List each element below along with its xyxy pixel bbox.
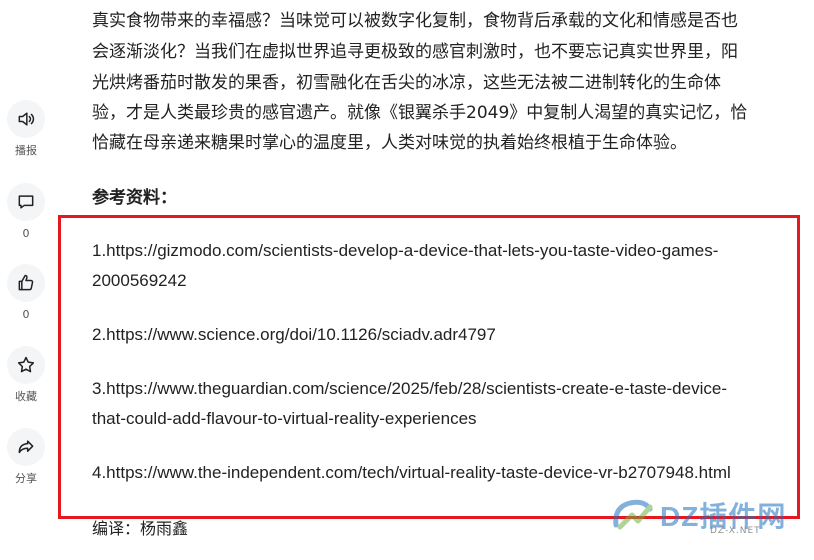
watermark-url: DZ-X.NET: [710, 526, 761, 536]
highlight-box: [58, 215, 800, 519]
paragraph-line: 真实食物带来的幸福感？当味觉可以被数字化复制，食物背后承载的文化和情感是否也: [92, 11, 738, 31]
paragraph-line: 恰藏在母亲递来糖果时掌心的温度里，人类对味觉的执着始终根植于生命体验。: [92, 133, 687, 153]
comment-count: 0: [22, 227, 30, 240]
action-sidebar: 播报 0 0 收藏 分享: [0, 0, 52, 560]
speaker-icon: [7, 100, 45, 138]
thumbs-up-icon: [7, 264, 45, 302]
broadcast-button[interactable]: 播报: [4, 100, 48, 157]
favorite-button[interactable]: 收藏: [4, 346, 48, 403]
share-label: 分享: [15, 472, 37, 485]
star-icon: [7, 346, 45, 384]
like-count: 0: [22, 308, 30, 321]
comment-icon: [7, 183, 45, 221]
paragraph-line: 验，才是人类最珍贵的感官遗产。就像《银翼杀手2049》中复制人渴望的真实记忆，恰: [92, 103, 748, 123]
references-heading: 参考资料：: [92, 188, 177, 208]
comment-button[interactable]: 0: [4, 183, 48, 240]
paragraph-line: 光烘烤番茄时散发的果香，初雪融化在舌尖的冰凉，这些无法被二进制转化的生命体: [92, 73, 721, 93]
share-button[interactable]: 分享: [4, 428, 48, 485]
share-icon: [7, 428, 45, 466]
favorite-label: 收藏: [15, 390, 37, 403]
dz-logo-icon: [613, 499, 653, 530]
broadcast-label: 播报: [15, 144, 37, 157]
watermark: DZ插件网 DZ-X.NET: [610, 490, 810, 540]
like-button[interactable]: 0: [4, 264, 48, 321]
paragraph-line: 会逐渐淡化？当我们在虚拟世界追寻更极致的感官刺激时，也不要忘记真实世界里，阳: [92, 42, 738, 62]
